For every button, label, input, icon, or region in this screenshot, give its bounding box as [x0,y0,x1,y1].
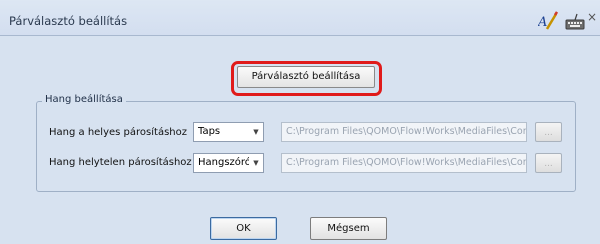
ok-button[interactable]: OK [210,217,277,240]
correct-sound-path-field[interactable]: C:\Program Files\QOMO\Flow!Works\MediaFi… [281,122,527,142]
keyboard-icon[interactable] [565,13,585,31]
correct-sound-label: Hang a helyes párosításhoz [49,127,187,138]
incorrect-sound-browse-button[interactable]: ... [535,153,562,173]
correct-sound-browse-button[interactable]: ... [535,122,562,142]
incorrect-sound-value: Hangszóró [198,157,251,168]
title-bar: Párválasztó beállítás A × [0,0,600,36]
cancel-button[interactable]: Mégsem [310,217,387,240]
close-icon[interactable]: × [587,10,597,24]
settings-dialog: Párválasztó beállítás A × Párválasztó be… [0,0,600,244]
edit-text-icon[interactable]: A [538,11,558,31]
correct-sound-select[interactable]: Taps ▼ [193,122,264,142]
incorrect-sound-label: Hang helytelen párosításhoz [49,157,192,168]
pair-setup-button[interactable]: Párválasztó beállítása [237,66,375,88]
chevron-down-icon[interactable]: ▼ [249,154,263,172]
window-title: Párválasztó beállítás [9,14,128,28]
incorrect-sound-select[interactable]: Hangszóró ▼ [193,153,264,173]
sound-settings-title: Hang beállítása [42,94,126,105]
incorrect-sound-path-field[interactable]: C:\Program Files\QOMO\Flow!Works\MediaFi… [281,153,527,173]
svg-text:A: A [538,15,547,30]
correct-sound-value: Taps [198,126,221,137]
chevron-down-icon[interactable]: ▼ [249,123,263,141]
sound-settings-group [36,101,576,192]
